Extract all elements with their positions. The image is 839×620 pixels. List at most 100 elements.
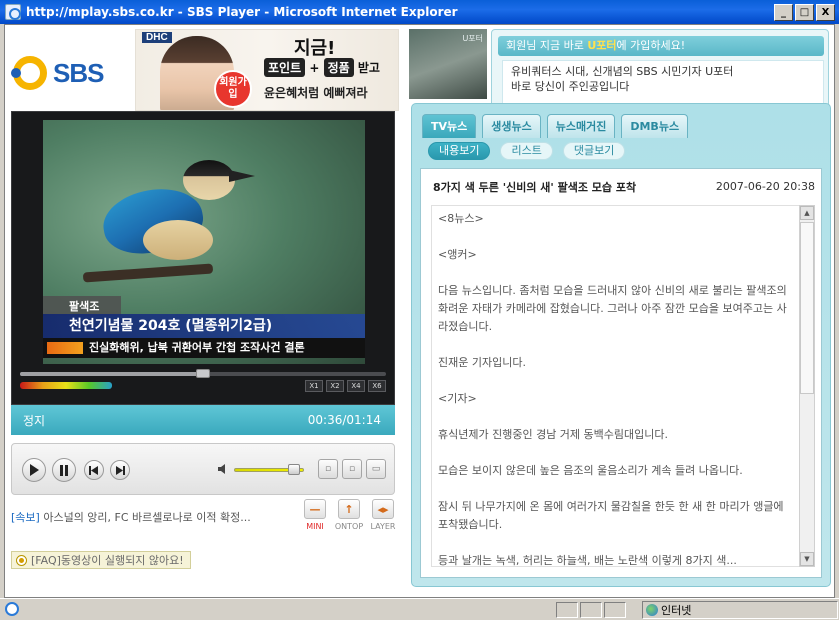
minimize-window-button[interactable]: _ (774, 3, 793, 21)
breaking-news[interactable]: [속보] 아스널의 앙리, FC 바르셀로나로 이적 확정... (11, 509, 281, 525)
next-button[interactable] (110, 460, 130, 480)
view-mode-buttons: — MINI ↑ ONTOP ◂▸ LAYER (301, 499, 397, 531)
article-paragraph: 모습은 보이지 않은데 높은 음조의 울음소리가 계속 들려 나옵니다. (438, 464, 743, 477)
ad-plus: + (309, 61, 320, 75)
speed-button-x4[interactable]: X4 (347, 380, 365, 392)
ad-badge: 회원가입 (214, 70, 252, 108)
skip-back-icon (89, 465, 98, 475)
previous-button[interactable] (84, 460, 104, 480)
news-panel: TV뉴스 생생뉴스 뉴스매거진 DMB뉴스 내용보기 리스트 댓글보기 8가지 색 두른 … (411, 103, 831, 587)
article-paragraph: <8뉴스> (438, 212, 484, 225)
promo-line-2: 바로 당신이 주인공입니다 (511, 80, 630, 93)
tab-1[interactable]: 생생뉴스 (482, 114, 541, 138)
article-paragraph: 휴식년제가 진행중인 경남 거제 동백수림대입니다. (438, 428, 669, 441)
article-paragraph: 잠시 뒤 나무가지에 온 몸에 여러가지 물감칠을 한듯 한 새 한 마리가 앵… (438, 500, 784, 531)
audio-level-meter (20, 382, 112, 389)
browser-status-bar: 인터넷 (0, 598, 839, 620)
video-caption-big: 천연기념물 204호 (멸종위기2급) (43, 314, 365, 338)
ad-tagline: 윤은혜처럼 예뻐져라 (264, 86, 368, 100)
faq-text: [FAQ]동영상이 실행되지 않아요! (31, 554, 184, 567)
news-subtabs: 내용보기 리스트 댓글보기 (422, 138, 822, 164)
promo-user-text: 회원님 지금 바로 (506, 39, 588, 52)
playback-time: 00:36/01:14 (307, 413, 381, 427)
play-button[interactable] (22, 458, 46, 482)
fullscreen-button[interactable]: ▭ (366, 459, 386, 479)
article-date: 2007-06-20 20:38 (715, 180, 815, 193)
playback-state: 정지 (23, 413, 46, 428)
playback-status-bar: 정지 00:36/01:14 (11, 405, 395, 435)
minimize-icon: — (304, 499, 326, 519)
ie-icon (5, 4, 21, 20)
branch-image (82, 263, 214, 283)
pause-icon (60, 464, 68, 476)
mode-label: MINI (306, 522, 324, 531)
article-paragraph: 등과 날개는 녹색, 허리는 하늘색, 배는 노란색 이렇게 8가지 색... (438, 554, 737, 567)
mode-label: LAYER (370, 522, 396, 531)
tab-2[interactable]: 뉴스매거진 (546, 114, 616, 138)
resize-icon: ▫ (348, 464, 356, 474)
ontop-mode-button[interactable]: ↑ ONTOP (335, 499, 363, 531)
page-icon (5, 602, 19, 616)
ad-brand: DHC (142, 32, 172, 43)
window-size-button[interactable]: ▫ (342, 459, 362, 479)
tab-3[interactable]: DMB뉴스 (621, 114, 689, 138)
screen-icon: ▫ (324, 464, 332, 474)
security-zone-label: 인터넷 (661, 604, 692, 617)
skip-forward-icon (116, 465, 125, 475)
speaker-icon[interactable] (218, 463, 230, 475)
globe-icon (646, 604, 658, 616)
promo-body: 유비쿼터스 시대, 신개념의 SBS 시민기자 U포터 바로 당신이 주인공입니… (502, 60, 824, 106)
article-scrollbar[interactable]: ▲ ▼ (799, 205, 815, 567)
window-title: http://mplay.sbs.co.kr - SBS Player - Mi… (26, 5, 458, 19)
status-segment (604, 602, 626, 618)
article-paragraph: <앵커> (438, 248, 477, 261)
mini-mode-button[interactable]: — MINI (301, 499, 329, 531)
speed-button-x2[interactable]: X2 (326, 380, 344, 392)
snapshot-button[interactable]: ▫ (318, 459, 338, 479)
volume-handle[interactable] (287, 464, 300, 475)
fullscreen-icon: ▭ (371, 464, 381, 474)
speed-buttons: X1 X2 X4 X6 (305, 380, 386, 392)
promo-suffix: 에 가입하세요! (616, 39, 686, 52)
pause-button[interactable] (52, 458, 76, 482)
subtab-2[interactable]: 댓글보기 (562, 142, 626, 160)
ad-headline: 지금! (294, 38, 336, 59)
bird-belly-image (143, 220, 213, 260)
article-title: 8가지 색 두른 '신비의 새' 팔색조 모습 포착 (433, 181, 637, 194)
article-body[interactable]: <8뉴스> <앵커> 다음 뉴스입니다. 좀처럼 모습을 드러내지 않아 신비의 새… (431, 205, 801, 567)
article-panel: 8가지 색 두른 '신비의 새' 팔색조 모습 포착 2007-06-20 20… (420, 168, 822, 578)
seek-handle[interactable] (196, 369, 210, 378)
layer-mode-button[interactable]: ◂▸ LAYER (369, 499, 397, 531)
speed-button-x6[interactable]: X6 (368, 380, 386, 392)
subtab-0[interactable]: 내용보기 (428, 142, 491, 160)
speed-button-x1[interactable]: X1 (305, 380, 323, 392)
bird-head-image (183, 160, 235, 200)
promo-line-1: 유비쿼터스 시대, 신개념의 SBS 시민기자 U포터 (511, 65, 734, 78)
dhc-banner-ad[interactable]: DHC 회원가입 지금! 포인트 + 정품 받고 윤은혜처럼 예뻐져라 (135, 29, 399, 111)
video-news-ticker: 진실화해위, 납북 귀환어부 간첩 조작사건 결론 (43, 338, 365, 358)
status-segment (580, 602, 602, 618)
video-frame[interactable]: 팔색조 천연기념물 204호 (멸종위기2급) 진실화해위, 납북 귀환어부 간… (43, 120, 365, 364)
arrow-up-icon: ↑ (338, 499, 360, 519)
uporter-promo[interactable]: 회원님 지금 바로 U포터에 가입하세요! 유비쿼터스 시대, 신개념의 SBS… (491, 29, 829, 113)
window-title-bar: http://mplay.sbs.co.kr - SBS Player - Mi… (0, 0, 839, 24)
scroll-down-icon[interactable]: ▼ (800, 552, 814, 566)
maximize-window-button[interactable]: □ (795, 3, 814, 21)
scroll-up-icon[interactable]: ▲ (800, 206, 814, 220)
sbs-logo-icon (11, 56, 47, 90)
layer-icon: ◂▸ (372, 499, 394, 519)
sbs-logo[interactable]: SBS (9, 33, 134, 113)
breaking-news-tag: [속보] (11, 511, 40, 524)
close-window-button[interactable]: X (816, 3, 835, 21)
video-player[interactable]: 팔색조 천연기념물 204호 (멸종위기2급) 진실화해위, 납북 귀환어부 간… (11, 111, 395, 405)
ad-suffix: 받고 (357, 61, 380, 75)
tab-0[interactable]: TV뉴스 (422, 114, 477, 138)
subtab-1[interactable]: 리스트 (500, 142, 553, 160)
security-zone: 인터넷 (642, 601, 838, 619)
faq-link[interactable]: [FAQ]동영상이 실행되지 않아요! (11, 551, 191, 569)
uporter-thumbnail[interactable]: U포터 (409, 29, 487, 99)
seek-progress (20, 372, 203, 376)
mode-label: ONTOP (334, 522, 364, 531)
scrollbar-thumb[interactable] (800, 222, 814, 394)
seek-bar[interactable] (20, 369, 386, 378)
